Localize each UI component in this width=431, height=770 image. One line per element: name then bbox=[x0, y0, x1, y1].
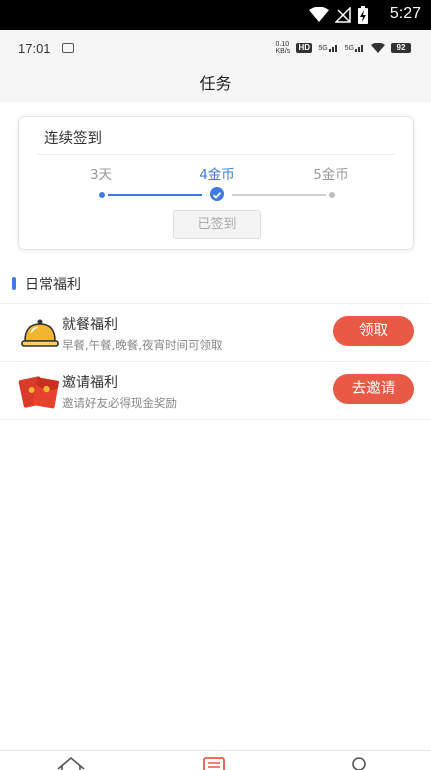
signin-day-3: 3天 bbox=[89, 167, 113, 183]
signin-day-4: 4金币 bbox=[199, 167, 235, 183]
progress-dot-done bbox=[99, 192, 105, 198]
red-envelope-icon bbox=[18, 372, 60, 409]
invite-button[interactable]: 去邀请 bbox=[333, 374, 414, 404]
status-bar: 5:27 bbox=[0, 0, 431, 30]
status-time: 5:27 bbox=[389, 5, 421, 22]
signin-title: 连续签到 bbox=[44, 131, 102, 147]
list-item-meal: 就餐福利 早餐,午餐,晚餐,夜宵时间可领取 领取 bbox=[0, 303, 431, 361]
signed-in-button[interactable]: 已签到 bbox=[173, 210, 261, 239]
progress-track-pending bbox=[232, 194, 326, 196]
claim-button[interactable]: 领取 bbox=[333, 316, 414, 346]
status-icons bbox=[309, 6, 369, 24]
signin-card: 连续签到 3天 4金币 5金币 已签到 bbox=[18, 116, 414, 250]
item-description: 邀请好友必得现金奖励 bbox=[62, 396, 177, 410]
nav-profile-icon[interactable] bbox=[349, 755, 369, 770]
image-notification-icon bbox=[62, 43, 74, 53]
list-end-divider bbox=[0, 419, 431, 420]
no-signal-icon bbox=[335, 7, 351, 23]
inner-status-icons: 0.10 KB/s HD 5G 5G 92 bbox=[276, 41, 411, 55]
divider bbox=[37, 154, 395, 155]
progress-dot-pending bbox=[329, 192, 335, 198]
item-description: 早餐,午餐,晚餐,夜宵时间可领取 bbox=[62, 338, 223, 352]
section-title: 日常福利 bbox=[25, 277, 81, 293]
wifi-small-icon bbox=[371, 43, 385, 53]
daily-benefits-header: 日常福利 bbox=[0, 268, 431, 302]
item-title: 就餐福利 bbox=[62, 317, 118, 333]
battery-level: 92 bbox=[391, 43, 411, 53]
signal-5g-icon: 5G bbox=[318, 44, 338, 52]
inner-status-time: 17:01 bbox=[18, 41, 51, 56]
signal-5g-icon-2: 5G bbox=[345, 44, 365, 52]
inner-status-bar: 17:01 0.10 KB/s HD 5G 5G 92 bbox=[0, 30, 431, 66]
page-title: 任务 bbox=[199, 74, 232, 93]
item-title: 邀请福利 bbox=[62, 375, 118, 391]
section-marker bbox=[12, 277, 16, 290]
list-item-invite: 邀请福利 邀请好友必得现金奖励 去邀请 bbox=[0, 361, 431, 419]
page-header: 17:01 0.10 KB/s HD 5G 5G 92 任务 bbox=[0, 30, 431, 102]
meal-bell-icon bbox=[20, 316, 60, 350]
hd-icon: HD bbox=[296, 43, 313, 53]
battery-charging-icon bbox=[358, 6, 368, 24]
progress-track-done bbox=[108, 194, 202, 196]
nav-home-icon[interactable] bbox=[56, 755, 86, 770]
checked-day-icon bbox=[210, 187, 224, 201]
signin-day-5: 5金币 bbox=[313, 167, 349, 183]
nav-task-icon[interactable] bbox=[203, 757, 225, 770]
wifi-icon bbox=[309, 7, 329, 22]
bottom-nav bbox=[0, 750, 431, 770]
net-speed: 0.10 KB/s bbox=[275, 41, 291, 55]
